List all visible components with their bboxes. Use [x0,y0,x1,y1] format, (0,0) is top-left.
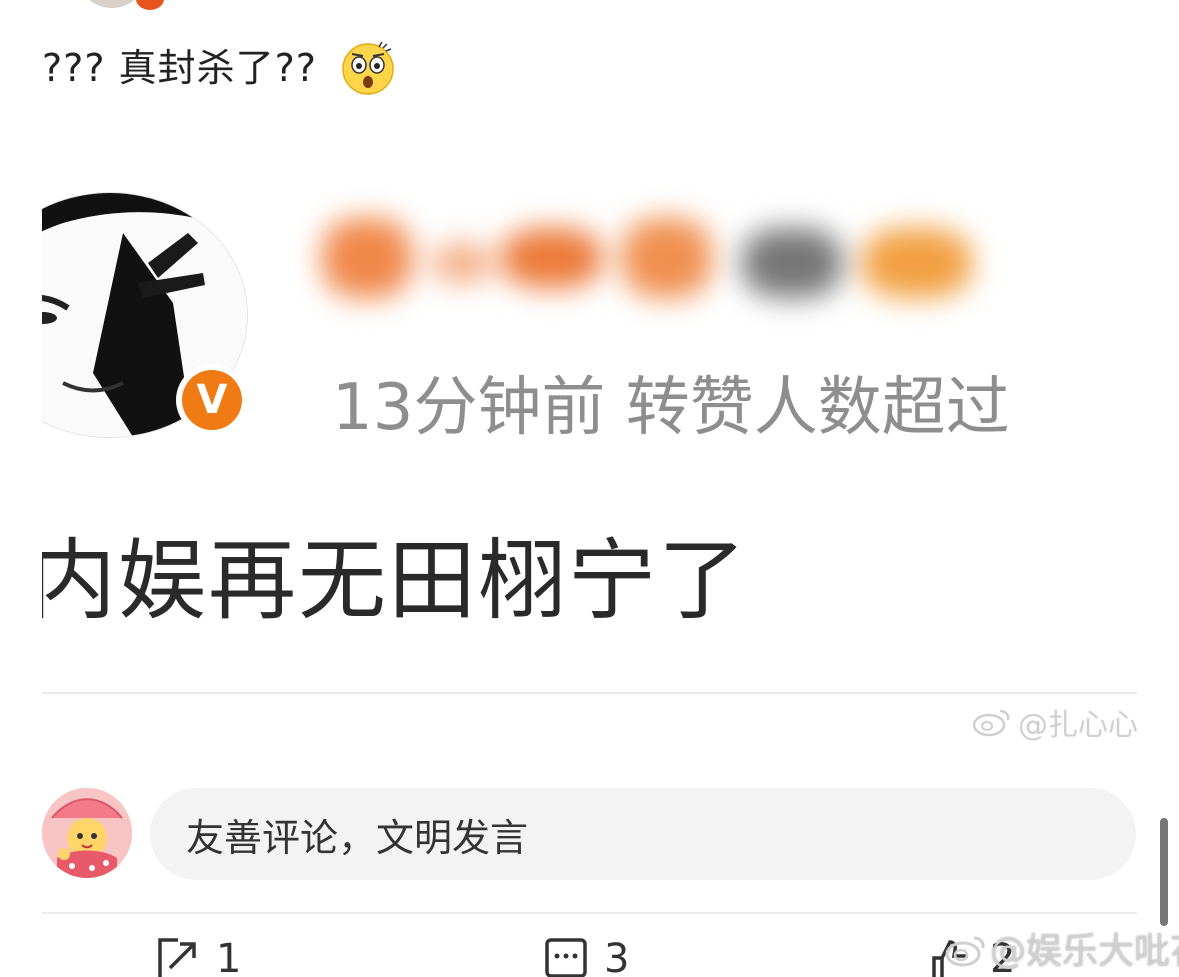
repost-icon [158,938,196,977]
verified-badge-letter: V [182,370,242,430]
embedded-watermark-text: @扎心心 [1018,708,1137,743]
embedded-watermark: @扎心心 [972,700,1137,744]
comment-count: 3 [604,936,630,977]
footer-divider [42,912,1137,914]
repost-button[interactable]: 1 [156,936,241,977]
comment-input[interactable]: 友善评论，文明发言 [150,788,1136,880]
embedded-divider [42,692,1137,694]
author-verified-badge [134,0,166,12]
weibo-watermark-text: @娱乐大吡花 [990,931,1179,972]
comment-placeholder: 友善评论，文明发言 [186,815,529,860]
verified-v-icon: V [176,364,248,436]
embedded-headline: 内娱再无田栩宁了 [42,529,749,632]
weibo-post-page: ??? 真封杀了?? V 13分钟前 转赞人数超过 内娱再无田栩宁了 @扎心心 … [0,0,1179,977]
weibo-logo-icon [972,707,1012,737]
embedded-meta-text: 13分钟前 转赞人数超过 [332,371,1010,445]
weibo-watermark: @娱乐大吡花 [944,922,1179,974]
weibo-watermark-logo-icon [944,933,985,967]
comment-icon [545,938,587,977]
current-user-avatar[interactable] [42,788,132,878]
scrollbar[interactable] [1160,818,1168,926]
comment-button[interactable]: 3 [544,936,629,977]
embedded-screenshot-image[interactable]: V 13分钟前 转赞人数超过 内娱再无田栩宁了 @扎心心 [42,150,1137,750]
blurred-username [322,198,1002,318]
repost-count: 1 [216,936,242,977]
shocked-face-emoji-icon [341,41,395,95]
post-text: ??? 真封杀了?? [42,46,317,90]
post-content: ??? 真封杀了?? [42,38,395,98]
